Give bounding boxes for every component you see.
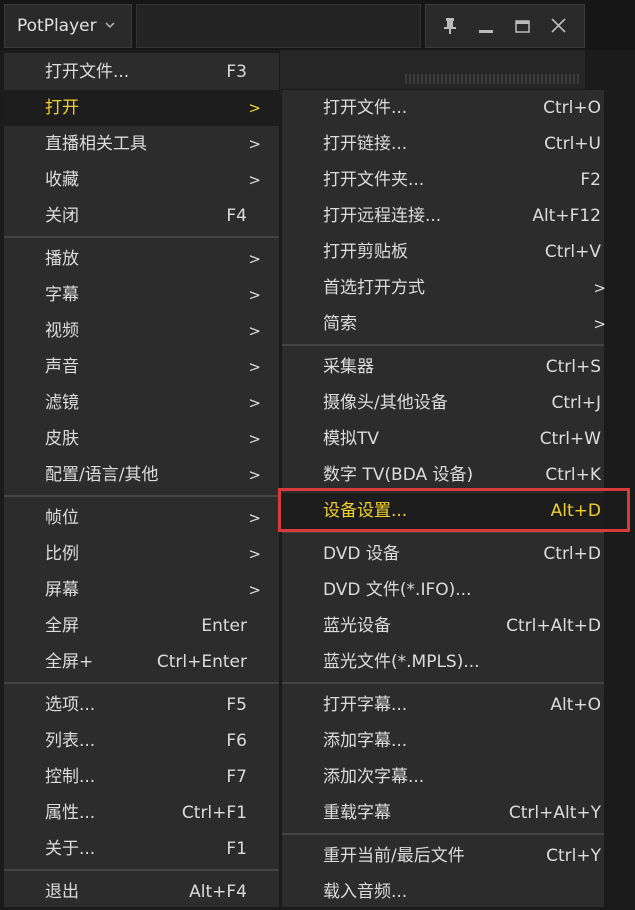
submenu-item-dvd-device[interactable]: DVD 设备 Ctrl+D [282,536,604,572]
menu-item-subtitles[interactable]: 字幕 > [4,277,279,313]
menu-item-skins[interactable]: 皮肤 > [4,421,279,457]
chevron-right-icon: > [248,581,261,599]
menu-item-frame[interactable]: 帧位 > [4,500,279,536]
chevron-right-icon: > [248,286,261,304]
submenu-item-add-subtitle[interactable]: 添加字幕... [282,723,604,759]
submenu-item-open-clipboard[interactable]: 打开剪贴板 Ctrl+V [282,234,604,270]
chevron-right-icon: > [248,171,261,189]
menu-item-screen[interactable]: 屏幕 > [4,572,279,608]
menu-separator [4,236,279,238]
submenu-item-open-subtitle[interactable]: 打开字幕... Alt+O [282,687,604,723]
menu-item-ratio[interactable]: 比例 > [4,536,279,572]
menu-item-audio[interactable]: 声音 > [4,349,279,385]
chevron-right-icon: > [248,358,261,376]
chevron-right-icon: > [593,315,606,333]
submenu-item-preferred-open[interactable]: 首选打开方式 > [282,270,606,306]
chevron-right-icon: > [248,430,261,448]
title-area [136,4,421,48]
menu-separator [282,682,604,684]
menu-item-close[interactable]: 关闭 F4 [4,198,279,234]
close-button[interactable] [540,5,576,47]
submenu-item-index[interactable]: 简索 > [282,306,606,342]
submenu-item-reopen-last[interactable]: 重开当前/最后文件 Ctrl+Y [282,838,604,874]
menu-separator [4,495,279,497]
window-controls [425,4,585,48]
video-placeholder [405,74,580,84]
submenu-item-device-settings[interactable]: 设备设置... Alt+D [282,493,604,529]
maximize-button[interactable] [504,5,540,47]
menu-item-control[interactable]: 控制... F7 [4,759,279,795]
menu-item-open[interactable]: 打开 > [4,90,279,126]
menu-item-filters[interactable]: 滤镜 > [4,385,279,421]
submenu-item-digital-tv[interactable]: 数字 TV(BDA 设备) Ctrl+K [282,457,604,493]
submenu-item-open-link[interactable]: 打开链接... Ctrl+U [282,126,604,162]
menu-item-options[interactable]: 选项... F5 [4,687,279,723]
menu-item-fullscreen[interactable]: 全屏 Enter [4,608,279,644]
menu-item-properties[interactable]: 属性... Ctrl+F1 [4,795,279,831]
submenu-item-open-file[interactable]: 打开文件... Ctrl+O [282,90,604,126]
menu-item-fullscreen-plus[interactable]: 全屏+ Ctrl+Enter [4,644,279,680]
menu-item-config[interactable]: 配置/语言/其他 > [4,457,279,493]
chevron-right-icon: > [248,322,261,340]
pin-button[interactable] [432,5,468,47]
chevron-down-icon [105,5,115,47]
menu-separator [4,682,279,684]
menu-item-playlist[interactable]: 列表... F6 [4,723,279,759]
chevron-right-icon: > [248,509,261,527]
submenu-item-bluray-file[interactable]: 蓝光文件(*.MPLS)... [282,644,604,680]
minimize-button[interactable] [468,5,504,47]
submenu-item-add-secondary-subtitle[interactable]: 添加次字幕... [282,759,604,795]
background-strip [605,95,635,910]
submenu-item-analog-tv[interactable]: 模拟TV Ctrl+W [282,421,604,457]
menu-separator [282,531,604,533]
chevron-right-icon: > [248,545,261,563]
menu-item-exit[interactable]: 退出 Alt+F4 [4,874,279,910]
submenu-item-load-audio[interactable]: 载入音频... [282,874,604,910]
chevron-right-icon: > [593,279,606,297]
menu-item-video[interactable]: 视频 > [4,313,279,349]
menu-separator [282,344,604,346]
submenu-item-bluray-device[interactable]: 蓝光设备 Ctrl+Alt+D [282,608,604,644]
chevron-right-icon: > [248,250,261,268]
chevron-right-icon: > [248,394,261,412]
menu-item-about[interactable]: 关于... F1 [4,831,279,867]
main-context-menu: 打开文件... F3 打开 > 直播相关工具 > 收藏 > 关闭 F4 播放 >… [3,52,280,908]
title-bar: PotPlayer [0,0,635,50]
menu-separator [4,869,279,871]
app-title: PotPlayer [17,16,97,36]
menu-item-playback[interactable]: 播放 > [4,241,279,277]
submenu-item-camera[interactable]: 摄像头/其他设备 Ctrl+J [282,385,604,421]
submenu-item-capture[interactable]: 采集器 Ctrl+S [282,349,604,385]
menu-item-open-file[interactable]: 打开文件... F3 [4,54,279,90]
chevron-right-icon: > [248,99,261,117]
submenu-item-open-remote[interactable]: 打开远程连接... Alt+F12 [282,198,604,234]
chevron-right-icon: > [248,466,261,484]
submenu-item-open-folder[interactable]: 打开文件夹... F2 [282,162,604,198]
app-menu-button[interactable]: PotPlayer [4,4,132,48]
submenu-item-reload-subtitle[interactable]: 重载字幕 Ctrl+Alt+Y [282,795,604,831]
open-submenu: 打开文件... Ctrl+O 打开链接... Ctrl+U 打开文件夹... F… [281,89,606,910]
menu-item-favorites[interactable]: 收藏 > [4,162,279,198]
potplayer-window: PotPlayer 打开文件... F3 打开 > 直播相关工具 > 收藏 > … [0,0,635,910]
chevron-right-icon: > [248,135,261,153]
menu-item-live-tools[interactable]: 直播相关工具 > [4,126,279,162]
menu-separator [282,833,604,835]
submenu-item-dvd-file[interactable]: DVD 文件(*.IFO)... [282,572,604,608]
